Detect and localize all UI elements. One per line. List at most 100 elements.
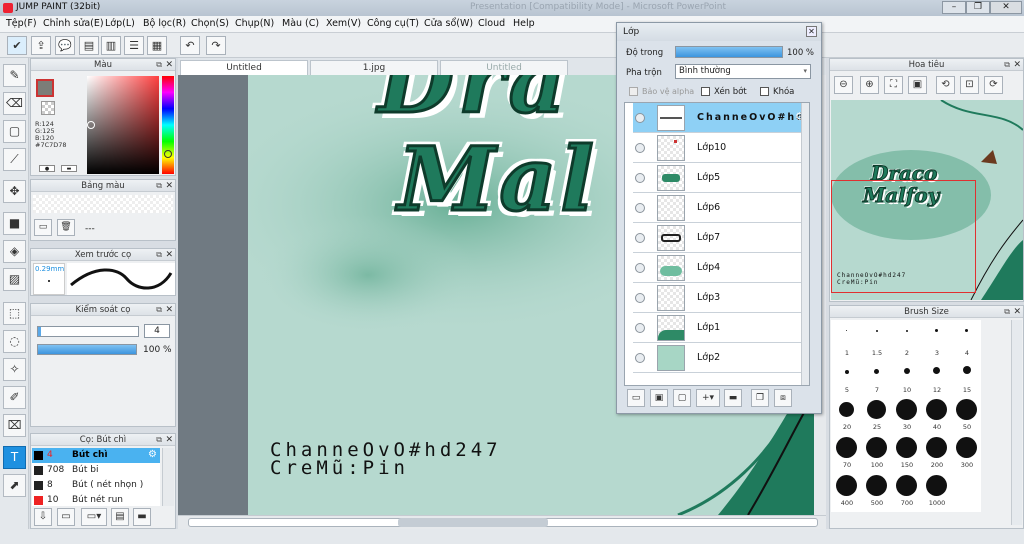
size-dot[interactable] (867, 400, 886, 419)
saturation-value-picker[interactable] (87, 76, 159, 174)
lock-checkbox[interactable] (760, 87, 769, 96)
size-dot[interactable] (896, 399, 917, 420)
brush-item[interactable]: 708 Bút bi (32, 463, 160, 478)
page-icon[interactable]: ▥ (101, 36, 121, 55)
eye-icon[interactable] (635, 263, 645, 273)
tab-untitled-1[interactable]: Untitled (180, 60, 308, 75)
bucket-tool-icon[interactable]: ◈ (3, 240, 26, 263)
lasso-tool-icon[interactable]: ◌ (3, 330, 26, 353)
eye-icon[interactable] (635, 293, 645, 303)
add-brush-icon[interactable]: ▭▾ (81, 508, 107, 526)
menu-file[interactable]: Tệp(F) (6, 18, 37, 29)
eye-icon[interactable] (635, 353, 645, 363)
size-dot[interactable] (896, 475, 917, 496)
size-dot[interactable] (926, 399, 947, 420)
eye-icon[interactable] (635, 323, 645, 333)
size-dot[interactable] (956, 399, 977, 420)
zoom-out-icon[interactable]: ⊖ (834, 76, 853, 94)
folder-icon[interactable]: ▬ (724, 389, 742, 407)
line-tool-icon[interactable]: ⟋ (3, 148, 26, 171)
color-mode-button[interactable]: ● (39, 165, 55, 172)
brush-size-input[interactable]: 4 (144, 324, 170, 338)
size-dot[interactable] (836, 475, 857, 496)
duplicate-layer-icon[interactable]: ❐ (751, 389, 769, 407)
menu-filter[interactable]: Bộ lọc(R) (143, 18, 186, 29)
undo-icon[interactable]: ↶ (180, 36, 200, 55)
size-dot[interactable] (866, 437, 887, 458)
close-icon[interactable]: ✕ (165, 249, 173, 261)
text-tool-icon[interactable]: T (3, 446, 26, 469)
new-layer-8bit-icon[interactable]: ▣ (650, 389, 668, 407)
zoom-in-icon[interactable]: ⊕ (860, 76, 879, 94)
menu-capture[interactable]: Chụp(N) (235, 18, 274, 29)
sub-color-swatch[interactable] (41, 101, 55, 115)
popout-icon[interactable]: ⧉ (156, 304, 162, 316)
size-dot[interactable] (896, 437, 917, 458)
eraser-tool-icon[interactable]: ⌫ (3, 92, 26, 115)
size-dot[interactable] (933, 367, 940, 374)
popout-icon[interactable]: ⧉ (156, 434, 162, 446)
brush-opacity-slider[interactable] (37, 344, 137, 355)
eye-icon[interactable] (635, 173, 645, 183)
cloud-download-icon[interactable]: ⇩ (34, 508, 52, 526)
close-button[interactable]: ✕ (990, 1, 1022, 14)
comment-icon[interactable]: 💬 (55, 36, 75, 55)
size-dot[interactable] (846, 330, 847, 331)
redo-icon[interactable]: ↷ (206, 36, 226, 55)
fit-icon[interactable]: ⛶ (884, 76, 903, 94)
popout-icon[interactable]: ⧉ (156, 180, 162, 192)
popout-icon[interactable]: ⧉ (156, 249, 162, 261)
size-dot[interactable] (839, 402, 854, 417)
color-swap-button[interactable]: ▬ (61, 165, 77, 172)
size-dot[interactable] (906, 330, 908, 332)
protect-alpha-checkbox[interactable] (629, 87, 638, 96)
add-layer-menu-icon[interactable]: +▾ (696, 389, 720, 407)
gradient-tool-icon[interactable]: ▨ (3, 268, 26, 291)
layer-opacity-slider[interactable] (675, 46, 783, 58)
operation-tool-icon[interactable]: ⬈ (3, 474, 26, 497)
menu-select[interactable]: Chọn(S) (191, 18, 229, 29)
layer-row[interactable]: Lớp3 (633, 283, 808, 313)
eye-icon[interactable] (635, 233, 645, 243)
close-icon[interactable]: ✕ (165, 59, 173, 71)
magic-wand-tool-icon[interactable]: ✧ (3, 358, 26, 381)
menu-cloud[interactable]: Cloud (478, 18, 505, 29)
select-tool-icon[interactable]: ⬚ (3, 302, 26, 325)
select-eraser-tool-icon[interactable]: ⌧ (3, 414, 26, 437)
move-tool-icon[interactable]: ✥ (3, 180, 26, 203)
brush-item[interactable]: 10 Bút nét run (32, 493, 160, 506)
layer-row[interactable]: Lớp5 (633, 163, 808, 193)
rotate-reset-icon[interactable]: ⊡ (960, 76, 979, 94)
size-dot[interactable] (866, 475, 887, 496)
scroll-thumb[interactable] (398, 518, 548, 527)
layer-row[interactable]: Lớp2 (633, 343, 808, 373)
size-dot[interactable] (904, 368, 910, 374)
size-dot[interactable] (935, 329, 938, 332)
layer-row[interactable]: Lớp4 (633, 253, 808, 283)
rect-select-tool-icon[interactable]: ▢ (3, 120, 26, 143)
layer-window-titlebar[interactable]: Lớp ✕ (617, 23, 821, 41)
main-color-swatch[interactable] (36, 79, 54, 97)
size-dot[interactable] (836, 437, 857, 458)
brush-size-scrollbar[interactable] (1011, 320, 1022, 525)
menu-edit[interactable]: Chỉnh sửa(E) (43, 18, 104, 29)
menu-layer[interactable]: Lớp(L) (105, 18, 135, 29)
brush-size-grid[interactable]: 1 1.5 2 3 4 5 7 10 12 15 20 25 30 40 50 … (831, 320, 981, 512)
menu-view[interactable]: Xem(V) (326, 18, 361, 29)
size-dot[interactable] (876, 330, 878, 332)
layer-row[interactable]: Lớp6 (633, 193, 808, 223)
cloud-icon[interactable]: ✔ (7, 36, 27, 55)
layer-row[interactable]: Lớp10 (633, 133, 808, 163)
size-dot[interactable] (874, 369, 879, 374)
popout-icon[interactable]: ⧉ (1004, 306, 1010, 318)
menu-color[interactable]: Màu (C) (282, 18, 319, 29)
select-pen-tool-icon[interactable]: ✐ (3, 386, 26, 409)
new-layer-1bit-icon[interactable]: ▢ (673, 389, 691, 407)
menu-help[interactable]: Help (513, 18, 535, 29)
menu-window[interactable]: Cửa sổ(W) (424, 18, 473, 29)
new-palette-icon[interactable]: ▭ (34, 219, 52, 236)
message-icon[interactable]: ▤ (79, 36, 99, 55)
share-icon[interactable]: ⇪ (31, 36, 51, 55)
eye-icon[interactable] (635, 143, 645, 153)
list-icon[interactable]: ☰ (124, 36, 144, 55)
